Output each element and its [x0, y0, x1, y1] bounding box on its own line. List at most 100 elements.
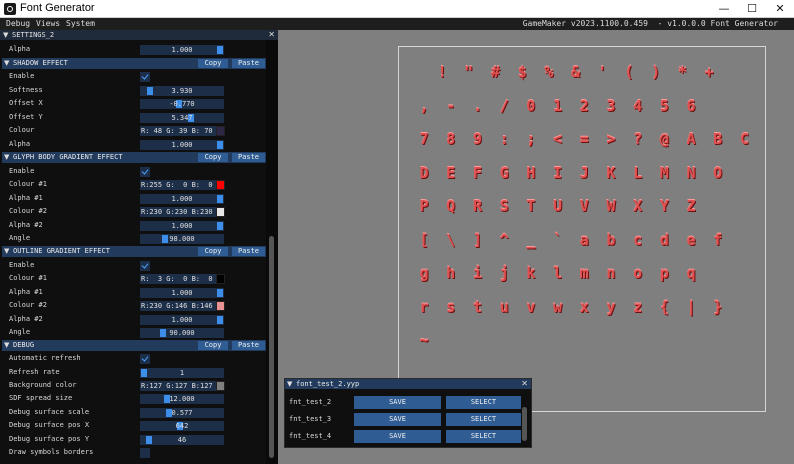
close-window-button[interactable]: ✕ [766, 0, 794, 18]
surface-pos-x-label: Debug surface pos X [9, 421, 90, 429]
glyph-copy-button[interactable]: Copy [198, 153, 228, 162]
outline-paste-button[interactable]: Paste [232, 247, 265, 256]
collapse-triangle-icon[interactable]: ▼ [4, 153, 9, 161]
glyph-alpha2-slider[interactable]: 1.000 [140, 221, 224, 231]
menu-views[interactable]: Views [36, 18, 60, 30]
glyph-colour1-swatch[interactable] [216, 180, 225, 190]
shadow-alpha-slider[interactable]: 1.000 [140, 140, 224, 150]
project-window-close-icon[interactable]: ✕ [521, 379, 528, 389]
slider-value: 90.000 [169, 329, 195, 337]
colour2-label: Colour #2 [9, 207, 47, 215]
outline-colour2-field[interactable]: R:230 G:146 B:146 [140, 301, 216, 311]
outline-copy-button[interactable]: Copy [198, 247, 228, 256]
glyph: 3 [606, 96, 616, 115]
settings-title: SETTINGS_2 [12, 31, 55, 39]
outline-alpha1-slider[interactable]: 1.000 [140, 288, 224, 298]
background-color-swatch[interactable] [216, 381, 225, 391]
debug-copy-button[interactable]: Copy [198, 341, 228, 350]
outline-enable-checkbox[interactable] [140, 261, 150, 271]
glyph-colour2-swatch[interactable] [216, 207, 225, 217]
select-button[interactable]: SELECT [446, 430, 521, 443]
collapse-triangle-icon[interactable]: ▼ [4, 59, 9, 67]
surface-pos-y-label: Debug surface pos Y [9, 435, 90, 443]
section-shadow-effect[interactable]: ▼ SHADOW EFFECT Copy Paste [2, 58, 266, 69]
shadow-colour-swatch[interactable] [216, 126, 225, 136]
glyph: ! [437, 63, 447, 81]
row-outline-colour2: Colour #2 R:230 G:146 B:146 [0, 299, 266, 312]
select-button[interactable]: SELECT [446, 396, 521, 409]
surface-scale-slider[interactable]: 0.577 [140, 408, 224, 418]
glyph: m [579, 264, 589, 282]
glyph: , [419, 96, 429, 115]
glyph: L [633, 163, 643, 182]
shadow-colour-field[interactable]: R: 48 G: 39 B: 70 [140, 126, 216, 136]
debug-paste-button[interactable]: Paste [232, 341, 265, 350]
save-button[interactable]: SAVE [354, 396, 441, 409]
glyph-paste-button[interactable]: Paste [232, 153, 265, 162]
section-debug[interactable]: ▼ DEBUG Copy Paste [2, 340, 266, 351]
outline-angle-slider[interactable]: 90.000 [140, 328, 224, 338]
row-sdf-spread: SDF spread size 12.000 [0, 392, 266, 405]
project-window-scrollbar[interactable] [522, 407, 527, 441]
glyph: x [579, 297, 589, 316]
glyph: U [552, 197, 563, 215]
outline-colour1-swatch[interactable] [216, 274, 225, 284]
surface-pos-y-slider[interactable]: 46 [140, 435, 224, 445]
row-glyph-colour1: Colour #1 R:255 G: 0 B: 0 [0, 178, 266, 191]
glyph-colour1-field[interactable]: R:255 G: 0 B: 0 [140, 180, 216, 190]
outline-colour2-swatch[interactable] [216, 301, 225, 311]
menu-system[interactable]: System [66, 18, 95, 30]
draw-borders-label: Draw symbols borders [9, 448, 94, 456]
glyph: D [419, 163, 429, 182]
glyph: J [579, 163, 589, 182]
collapse-triangle-icon[interactable]: ▼ [3, 31, 8, 39]
glyph: ] [472, 230, 482, 249]
window-title-bar: Font Generator — ☐ ✕ [0, 0, 794, 18]
collapse-triangle-icon[interactable]: ▼ [4, 247, 9, 255]
glyph-colour2-field[interactable]: R:230 G:230 B:230 [140, 207, 216, 217]
glyph-angle-slider[interactable]: 98.000 [140, 234, 224, 244]
collapse-triangle-icon[interactable]: ▼ [287, 380, 292, 388]
offset-x-slider[interactable]: -0.770 [140, 99, 224, 109]
select-button[interactable]: SELECT [446, 413, 521, 426]
settings-title-bar[interactable]: ▼ SETTINGS_2 ✕ [0, 30, 278, 40]
alpha1-label: Alpha #1 [9, 288, 43, 296]
slider-value: 12.000 [169, 395, 195, 403]
glyph-alpha1-slider[interactable]: 1.000 [140, 194, 224, 204]
glyph: N [686, 163, 696, 182]
glyph: b [606, 230, 616, 249]
refresh-rate-slider[interactable]: 1 [140, 368, 224, 378]
glyph: p [659, 264, 669, 282]
section-glyph-body-gradient[interactable]: ▼ GLYPH BODY GRADIENT EFFECT Copy Paste [2, 152, 266, 163]
maximize-button[interactable]: ☐ [738, 0, 766, 18]
sdf-spread-slider[interactable]: 12.000 [140, 394, 224, 404]
settings-close-icon[interactable]: ✕ [268, 30, 275, 40]
save-button[interactable]: SAVE [354, 430, 441, 443]
menu-debug[interactable]: Debug [6, 18, 30, 30]
alpha-slider[interactable]: 1.000 [140, 45, 224, 55]
softness-slider[interactable]: 3.930 [140, 86, 224, 96]
slider-value: 46 [177, 436, 187, 444]
background-color-field[interactable]: R:127 G:127 B:127 [140, 381, 216, 391]
collapse-triangle-icon[interactable]: ▼ [4, 341, 9, 349]
settings-scrollbar[interactable] [266, 40, 278, 464]
offset-y-slider[interactable]: 5.347 [140, 113, 224, 123]
glyph: A [686, 130, 696, 148]
surface-pos-x-slider[interactable]: 642 [140, 421, 224, 431]
settings-scrollbar-thumb[interactable] [269, 236, 274, 458]
outline-colour1-field[interactable]: R: 3 G: 0 B: 0 [140, 274, 216, 284]
project-window-title-bar[interactable]: ▼ font_test_2.yyp ✕ [285, 379, 531, 389]
section-outline-gradient[interactable]: ▼ OUTLINE GRADIENT EFFECT Copy Paste [2, 246, 266, 257]
outline-alpha2-slider[interactable]: 1.000 [140, 315, 224, 325]
auto-refresh-checkbox[interactable] [140, 354, 150, 364]
glyph-enable-checkbox[interactable] [140, 167, 150, 177]
minimize-button[interactable]: — [710, 0, 738, 18]
shadow-enable-checkbox[interactable] [140, 72, 150, 82]
main-menu-bar: Debug Views System GameMaker v2023.1100.… [0, 18, 794, 30]
row-outline-colour1: Colour #1 R: 3 G: 0 B: 0 [0, 272, 266, 285]
shadow-copy-button[interactable]: Copy [198, 59, 228, 68]
draw-borders-checkbox[interactable] [140, 448, 150, 458]
shadow-paste-button[interactable]: Paste [232, 59, 265, 68]
save-button[interactable]: SAVE [354, 413, 441, 426]
glyph: 1 [552, 96, 563, 115]
